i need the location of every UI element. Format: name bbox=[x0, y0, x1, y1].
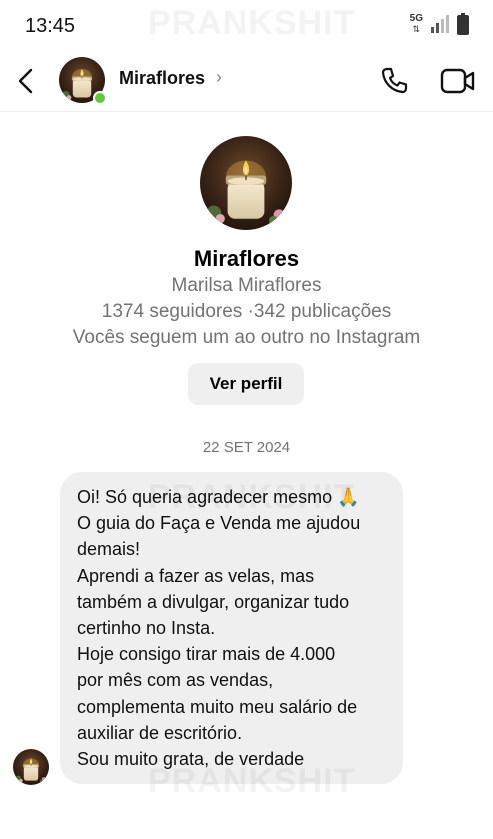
network-indicator: 5G ⇅ bbox=[409, 13, 423, 35]
chevron-right-icon[interactable]: › bbox=[216, 67, 222, 88]
profile-stats: 1374 seguidores ·342 publicações bbox=[101, 301, 392, 322]
message-line: por mês com as vendas, bbox=[77, 670, 274, 691]
message-line: complementa muito meu salário de bbox=[77, 696, 358, 717]
message-line: Hoje consigo tirar mais de 4.000 bbox=[77, 644, 336, 665]
profile-mutual-follow: Vocês seguem um ao outro no Instagram bbox=[72, 327, 421, 348]
status-icons: 5G ⇅ bbox=[410, 13, 469, 35]
sender-avatar[interactable] bbox=[13, 749, 49, 785]
network-type: 5G bbox=[409, 13, 423, 24]
chat-date-separator: 22 SET 2024 bbox=[202, 439, 291, 456]
watermark: PRANKSHIT bbox=[148, 762, 355, 801]
watermark: PRANKSHIT bbox=[148, 478, 355, 517]
online-status-dot bbox=[93, 91, 107, 105]
chat-header: Miraflores › bbox=[0, 52, 493, 112]
header-username[interactable]: Miraflores bbox=[119, 68, 205, 89]
message-bubble[interactable]: Oi! Só queria agradecer mesmo 🙏 O guia d… bbox=[60, 472, 403, 784]
profile-avatar[interactable] bbox=[200, 136, 292, 230]
status-bar: 13:45 PRANKSHIT 5G ⇅ bbox=[0, 0, 493, 52]
watermark: PRANKSHIT bbox=[148, 4, 355, 43]
message-line: também a divulgar, organizar tudo bbox=[77, 591, 350, 612]
battery-icon bbox=[457, 13, 469, 35]
view-profile-button[interactable]: Ver perfil bbox=[188, 363, 304, 405]
message-line: Aprendi a fazer as velas, mas bbox=[77, 565, 315, 586]
message-line: certinho no Insta. bbox=[77, 618, 216, 639]
data-arrows-icon: ⇅ bbox=[412, 24, 421, 34]
phone-icon[interactable] bbox=[378, 65, 410, 97]
signal-icon bbox=[431, 15, 449, 33]
header-avatar[interactable] bbox=[59, 57, 107, 105]
video-icon[interactable] bbox=[440, 65, 476, 97]
message-line: auxiliar de escritório. bbox=[77, 722, 243, 743]
message-line: demais! bbox=[77, 539, 141, 560]
profile-name: Miraflores bbox=[193, 246, 300, 271]
profile-full-name: Marilsa Miraflores bbox=[171, 275, 322, 296]
back-arrow-icon[interactable] bbox=[14, 66, 38, 96]
status-time: 13:45 bbox=[25, 15, 76, 37]
